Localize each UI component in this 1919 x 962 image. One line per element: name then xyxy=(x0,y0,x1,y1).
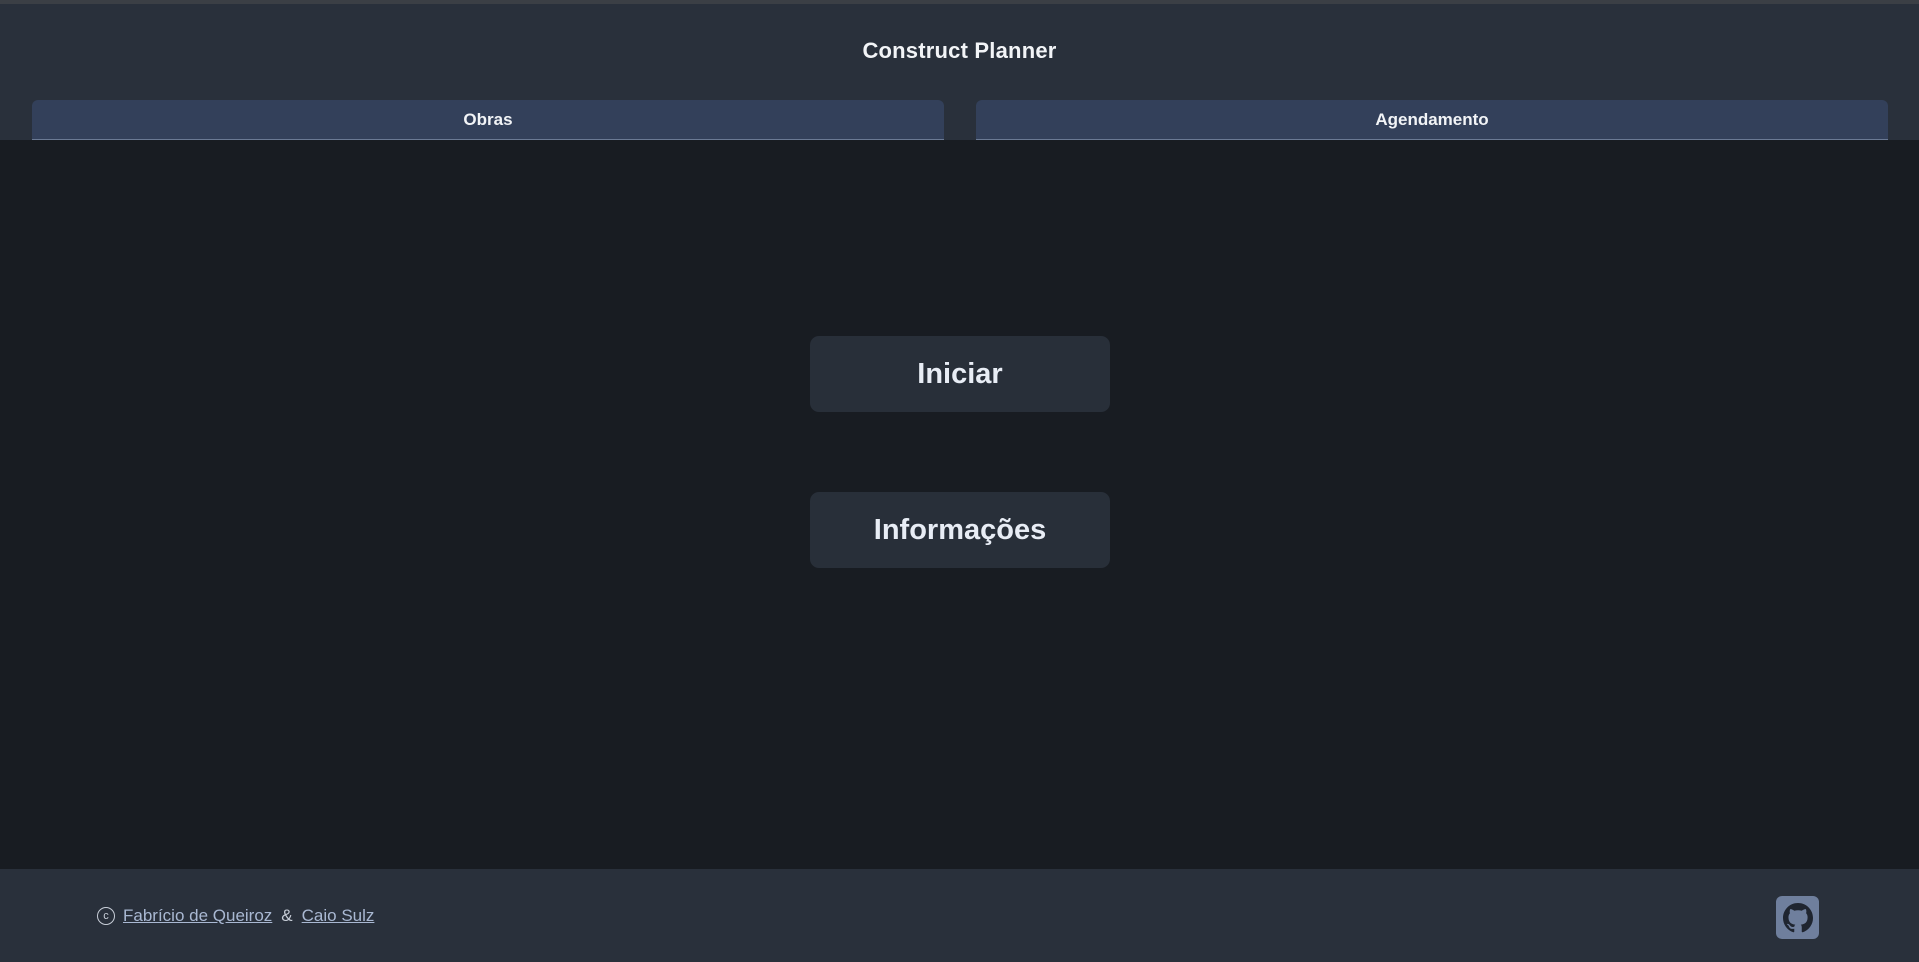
main-content: Iniciar Informações xyxy=(0,140,1919,869)
info-button[interactable]: Informações xyxy=(810,492,1110,568)
author-link-caio[interactable]: Caio Sulz xyxy=(302,906,375,926)
tab-obras[interactable]: Obras xyxy=(32,100,944,140)
app-footer: c Fabrício de Queiroz & Caio Sulz xyxy=(0,869,1919,962)
author-separator: & xyxy=(281,906,293,925)
copyright-icon: c xyxy=(97,907,115,925)
app-title: Construct Planner xyxy=(862,38,1057,63)
author-link-fabricio[interactable]: Fabrício de Queiroz xyxy=(123,906,272,926)
app-header: Construct Planner Obras Agendamento xyxy=(0,4,1919,140)
start-button[interactable]: Iniciar xyxy=(810,336,1110,412)
tab-agendamento[interactable]: Agendamento xyxy=(976,100,1888,140)
github-button[interactable] xyxy=(1776,896,1819,939)
github-icon xyxy=(1782,902,1813,932)
footer-credits: c Fabrício de Queiroz & Caio Sulz xyxy=(97,904,374,928)
